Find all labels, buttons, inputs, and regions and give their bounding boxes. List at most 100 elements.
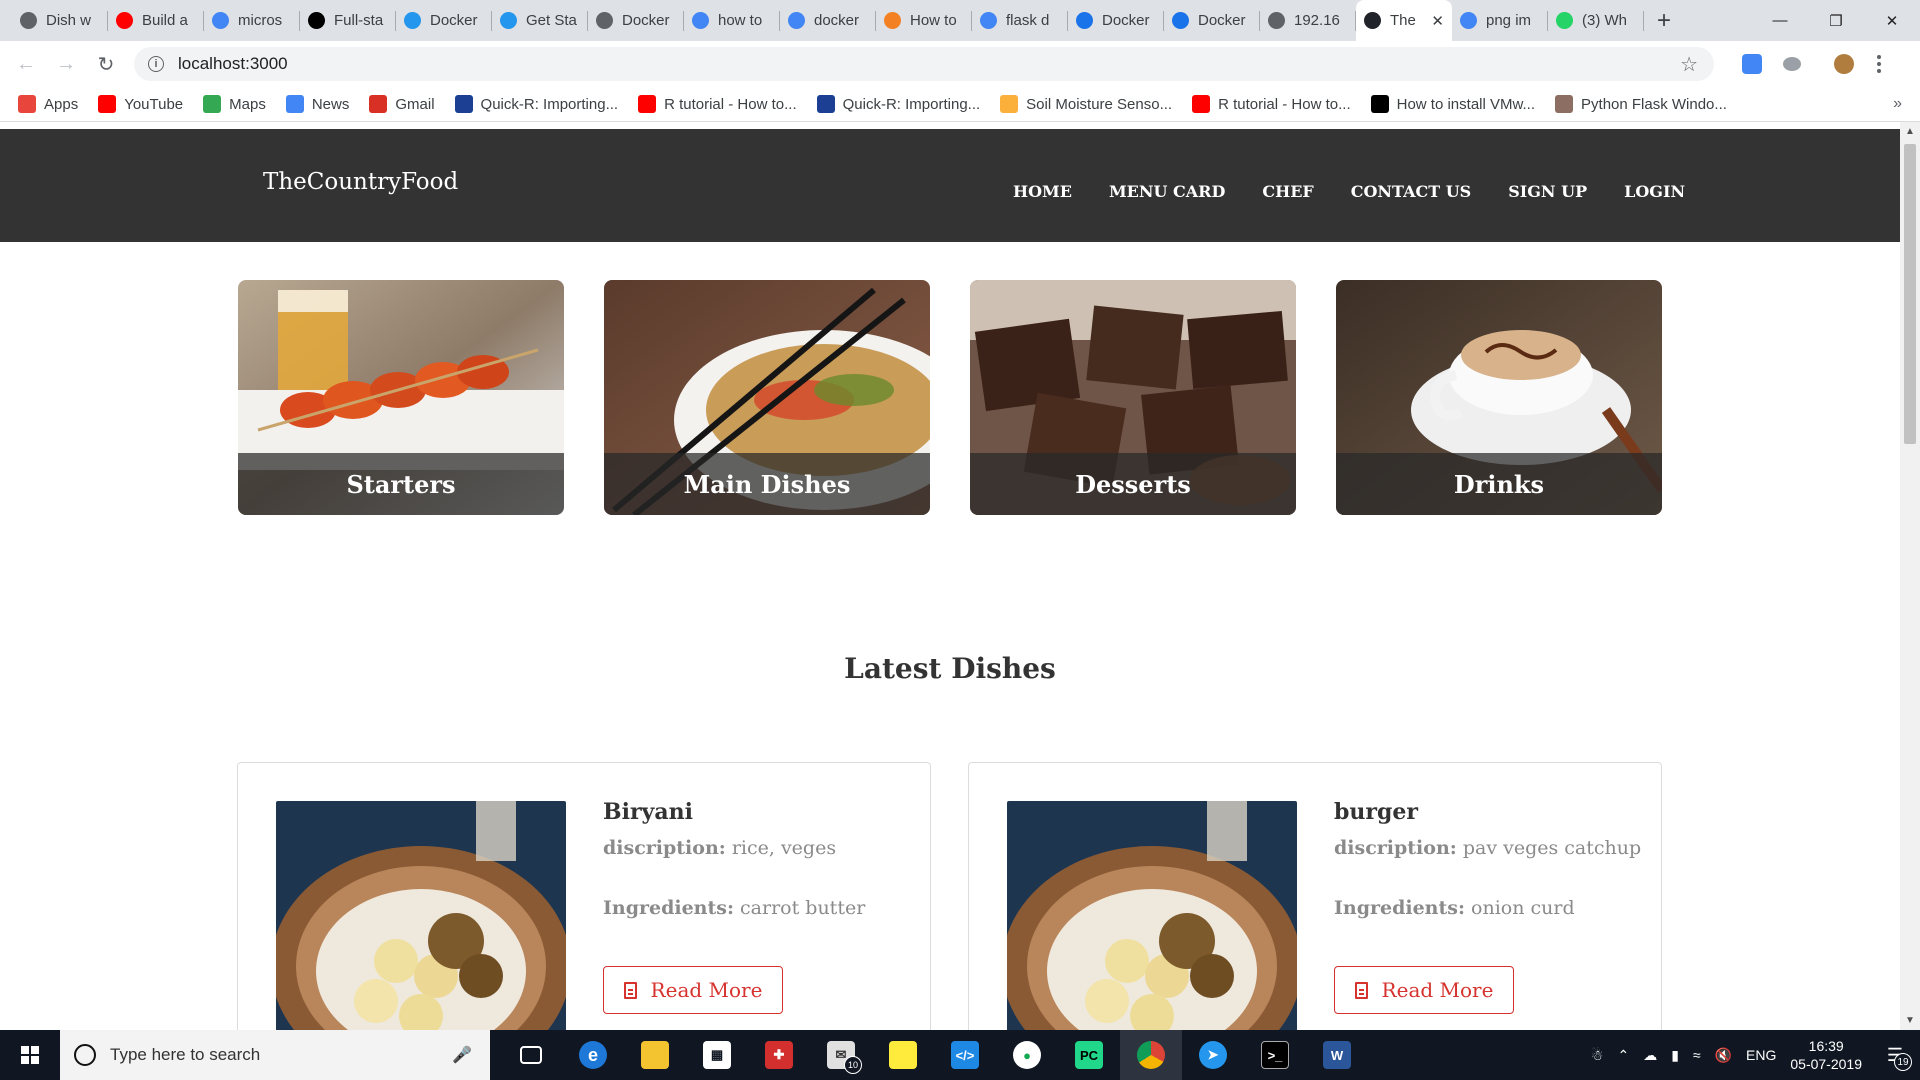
news-icon [285,95,304,113]
pycharm-icon[interactable]: PC [1058,1030,1120,1080]
scroll-up-icon[interactable]: ▲ [1905,126,1915,137]
category-card-main-dishes[interactable]: Main Dishes [604,280,930,515]
browser-tab[interactable]: flask d [972,0,1068,41]
terminal-icon[interactable]: >_ [1244,1030,1306,1080]
battery-icon[interactable]: ▮ [1671,1047,1679,1064]
browser-tab[interactable]: Docker [396,0,492,41]
page-scrollbar[interactable]: ▲ ▼ [1900,122,1920,1030]
word-icon[interactable]: W [1306,1030,1368,1080]
browser-tab[interactable]: how to [684,0,780,41]
nav-link-menu-card[interactable]: MENU CARD [1109,182,1225,201]
tab-title: docker [814,12,860,29]
browser-tab[interactable]: Get Sta [492,0,588,41]
browser-tab[interactable]: micros [204,0,300,41]
gift-icon[interactable]: ✚ [748,1030,810,1080]
category-card-desserts[interactable]: Desserts [970,280,1296,515]
browser-tab[interactable]: How to [876,0,972,41]
browser-tab[interactable]: docker [780,0,876,41]
task-view-icon[interactable] [500,1030,562,1080]
stackoverflow-icon [884,12,901,29]
browser-tab[interactable]: Docker [1164,0,1260,41]
tab-title: 192.16 [1294,12,1340,29]
store-icon[interactable]: ▦ [686,1030,748,1080]
volume-muted-icon[interactable]: 🔇 [1715,1047,1732,1064]
browser-tab[interactable]: The ✕ [1356,0,1452,41]
bookmark-item[interactable]: Quick-R: Importing... [816,95,981,113]
browser-tab[interactable]: Build a [108,0,204,41]
category-card-drinks[interactable]: Drinks [1336,280,1662,515]
browser-menu-icon[interactable] [1864,55,1894,73]
bookmark-item[interactable]: Apps [18,95,78,113]
bookmark-label: Quick-R: Importing... [842,95,981,113]
youtube-icon [98,95,117,113]
read-more-button[interactable]: Read More [1334,966,1514,1014]
read-more-button[interactable]: Read More [603,966,783,1014]
wifi-icon[interactable]: ≈ [1693,1047,1701,1063]
browser-tab[interactable]: png im [1452,0,1548,41]
microphone-icon[interactable]: 🎤 [452,1045,472,1065]
browser-tab[interactable]: Docker [588,0,684,41]
show-hidden-icons-icon[interactable]: ⌃ [1617,1047,1629,1064]
forward-button[interactable]: → [46,44,86,84]
browser-tab[interactable]: Docker [1068,0,1164,41]
bookmark-item[interactable]: How to install VMw... [1370,95,1535,113]
document-icon [1354,981,1368,999]
browser-tab[interactable]: (3) Wh [1548,0,1644,41]
scrollbar-thumb[interactable] [1904,144,1916,444]
bookmark-item[interactable]: Quick-R: Importing... [454,95,618,113]
nav-link-contact-us[interactable]: CONTACT US [1351,182,1471,201]
nav-link-sign-up[interactable]: SIGN UP [1508,182,1587,201]
bookmark-label: News [311,95,350,113]
action-center-icon[interactable]: ☰ 19 [1876,1035,1914,1075]
people-icon[interactable]: ☃ [1591,1047,1604,1064]
bookmark-item[interactable]: Gmail [369,95,435,113]
bookmark-item[interactable]: R tutorial - How to... [1192,95,1351,113]
sticky-notes-icon[interactable] [872,1030,934,1080]
cloud-extension-icon[interactable] [1772,44,1812,84]
reload-button[interactable]: ↻ [86,44,126,84]
google-translate-extension-icon[interactable] [1732,44,1772,84]
edge-icon[interactable]: e [562,1030,624,1080]
nav-link-login[interactable]: LOGIN [1624,182,1685,201]
bookmark-item[interactable]: YouTube [98,95,183,113]
bookmark-item[interactable]: Soil Moisture Senso... [1000,95,1172,113]
back-button[interactable]: ← [6,44,46,84]
category-label: Starters [238,453,564,515]
mongodb-icon[interactable]: ● [996,1030,1058,1080]
close-tab-icon[interactable]: ✕ [1431,12,1444,30]
onedrive-icon[interactable]: ☁ [1643,1047,1657,1064]
gmail-icon [369,95,388,113]
nav-link-home[interactable]: HOME [1013,182,1072,201]
chrome-icon[interactable] [1120,1030,1182,1080]
close-window-button[interactable]: ✕ [1864,0,1920,41]
browser-tab[interactable]: Full-sta [300,0,396,41]
vscode-icon[interactable]: </> [934,1030,996,1080]
site-info-icon[interactable]: i [148,56,164,72]
restore-button[interactable]: ❐ [1808,0,1864,41]
input-language[interactable]: ENG [1746,1047,1776,1063]
nav-link-chef[interactable]: CHEF [1262,182,1313,201]
file-explorer-icon[interactable] [624,1030,686,1080]
browser-tab[interactable]: Dish w [12,0,108,41]
bookmark-item[interactable]: Python Flask Windo... [1555,95,1727,113]
docker-app-icon[interactable]: ➤ [1182,1030,1244,1080]
globe-icon [1268,12,1285,29]
scroll-down-icon[interactable]: ▼ [1905,1015,1915,1026]
category-card-starters[interactable]: Starters [238,280,564,515]
bookmark-item[interactable]: R tutorial - How to... [638,95,797,113]
profile-avatar[interactable] [1824,44,1864,84]
browser-tab[interactable]: 192.16 [1260,0,1356,41]
bookmark-item[interactable]: News [285,95,350,113]
bookmark-star-icon[interactable]: ☆ [1680,52,1698,77]
more-bookmarks-icon[interactable]: » [1893,95,1902,113]
clock[interactable]: 16:39 05-07-2019 [1790,1037,1862,1073]
site-brand[interactable]: TheCountryFood [263,169,458,195]
start-button[interactable] [0,1030,60,1080]
minimize-button[interactable]: — [1752,0,1808,41]
r-icon [816,95,835,113]
taskbar-search-box[interactable]: Type here to search 🎤 [60,1030,490,1080]
address-bar[interactable]: i localhost:3000 ☆ [134,47,1714,81]
mail-icon[interactable]: ✉ 10 [810,1030,872,1080]
bookmark-item[interactable]: Maps [203,95,266,113]
new-tab-button[interactable]: + [1644,0,1684,41]
